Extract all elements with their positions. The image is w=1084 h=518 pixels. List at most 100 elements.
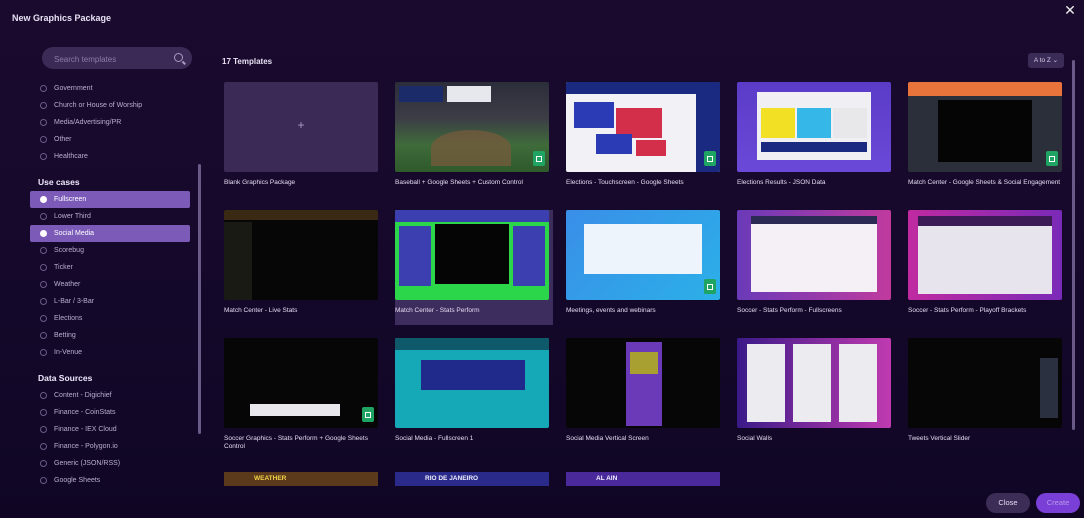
template-card-elections-touchscreen[interactable]: Elections - Touchscreen - Google Sheets xyxy=(566,82,724,187)
radio-icon xyxy=(40,477,47,484)
filter-source-digichief[interactable]: Content - Digichief xyxy=(30,387,190,404)
radio-icon xyxy=(40,332,47,339)
filter-source-coinstats[interactable]: Finance - CoinStats xyxy=(30,404,190,421)
google-sheets-icon xyxy=(704,151,716,166)
plus-icon: + xyxy=(297,118,305,132)
sort-dropdown[interactable]: A to Z ⌄ xyxy=(1028,53,1064,68)
filter-usecase-weather[interactable]: Weather xyxy=(30,276,190,293)
template-card-social-walls[interactable]: Social Walls xyxy=(737,338,895,443)
filter-label: Scorebug xyxy=(54,247,84,254)
filter-label: Media/Advertising/PR xyxy=(54,119,122,126)
radio-icon xyxy=(40,196,47,203)
template-card-social-vertical[interactable]: Social Media Vertical Screen xyxy=(566,338,724,443)
template-thumbnail xyxy=(737,82,891,172)
radio-icon xyxy=(40,230,47,237)
template-thumbnail xyxy=(908,82,1062,172)
template-thumbnail xyxy=(566,210,720,300)
radio-icon xyxy=(40,247,47,254)
template-card-match-center-stats[interactable]: Match Center - Stats Perform xyxy=(395,210,553,325)
radio-icon xyxy=(40,443,47,450)
template-label: Soccer - Stats Perform - Playoff Bracket… xyxy=(908,307,1027,314)
filter-source-iex[interactable]: Finance - IEX Cloud xyxy=(30,421,190,438)
filter-source-polygon[interactable]: Finance - Polygon.io xyxy=(30,438,190,455)
filter-usecase-elections[interactable]: Elections xyxy=(30,310,190,327)
filter-industry-media[interactable]: Media/Advertising/PR xyxy=(30,114,190,131)
filter-label: L-Bar / 3-Bar xyxy=(54,298,95,305)
template-card-tweets-vertical[interactable]: Tweets Vertical Slider xyxy=(908,338,1066,443)
close-button[interactable]: Close xyxy=(986,493,1030,513)
template-thumbnail xyxy=(908,210,1062,300)
filter-source-generic[interactable]: Generic (JSON/RSS) xyxy=(30,455,190,472)
template-label: Soccer - Stats Perform - Fullscreens xyxy=(737,307,842,314)
template-card-al-ain[interactable]: AL AIN xyxy=(566,472,720,486)
filter-list: Government Church or House of Worship Me… xyxy=(30,80,190,489)
radio-icon xyxy=(40,315,47,322)
template-thumbnail xyxy=(395,210,549,300)
template-card-soccer-graphics[interactable]: Soccer Graphics - Stats Perform + Google… xyxy=(224,338,382,451)
template-card-meetings[interactable]: Meetings, events and webinars xyxy=(566,210,724,315)
filter-label: Healthcare xyxy=(54,153,88,160)
template-label: Social Media - Fullscreen 1 xyxy=(395,435,474,442)
filter-industry-government[interactable]: Government xyxy=(30,80,190,97)
template-card-rio[interactable]: RIO DE JANEIRO xyxy=(395,472,549,486)
filter-industry-other[interactable]: Other xyxy=(30,131,190,148)
template-card-match-center-sheets[interactable]: Match Center - Google Sheets & Social En… xyxy=(908,82,1066,187)
filter-label: Ticker xyxy=(54,264,73,271)
filter-label: Government xyxy=(54,85,93,92)
filter-industry-church[interactable]: Church or House of Worship xyxy=(30,97,190,114)
template-card-soccer-brackets[interactable]: Soccer - Stats Perform - Playoff Bracket… xyxy=(908,210,1066,315)
template-card-weather[interactable]: WEATHER xyxy=(224,472,378,486)
filter-industry-healthcare[interactable]: Healthcare xyxy=(30,148,190,165)
create-button[interactable]: Create xyxy=(1036,493,1080,513)
radio-icon xyxy=(40,349,47,356)
partial-label: RIO DE JANEIRO xyxy=(425,475,479,482)
google-sheets-icon xyxy=(362,407,374,422)
use-cases-heading: Use cases xyxy=(38,177,80,187)
google-sheets-icon xyxy=(704,279,716,294)
new-graphics-package-dialog: New Graphics Package ✕ Government Church… xyxy=(0,0,1084,518)
filter-label: Fullscreen xyxy=(54,196,87,203)
template-label: Soccer Graphics - Stats Perform + Google… xyxy=(224,435,368,450)
filter-label: In-Venue xyxy=(54,349,83,356)
filter-usecase-betting[interactable]: Betting xyxy=(30,327,190,344)
filter-label: Church or House of Worship xyxy=(54,102,143,109)
radio-icon xyxy=(40,85,47,92)
radio-icon xyxy=(40,460,47,467)
main-scrollbar[interactable] xyxy=(1072,60,1075,430)
filter-source-google-sheets[interactable]: Google Sheets xyxy=(30,472,190,489)
filter-usecase-lbar[interactable]: L-Bar / 3-Bar xyxy=(30,293,190,310)
search-icon[interactable] xyxy=(174,53,183,62)
radio-icon xyxy=(40,409,47,416)
template-card-social-fullscreen[interactable]: Social Media - Fullscreen 1 xyxy=(395,338,553,443)
filter-usecase-social-media[interactable]: Social Media xyxy=(30,225,190,242)
template-thumbnail xyxy=(737,210,891,300)
window-title: New Graphics Package xyxy=(12,13,112,23)
template-label: Social Media Vertical Screen xyxy=(566,435,649,442)
filter-usecase-fullscreen[interactable]: Fullscreen xyxy=(30,191,190,208)
partial-label: WEATHER xyxy=(254,475,287,482)
template-card-elections-results[interactable]: Elections Results - JSON Data xyxy=(737,82,895,187)
template-label: Match Center - Stats Perform xyxy=(395,307,480,314)
sidebar: Government Church or House of Worship Me… xyxy=(30,40,200,490)
filter-usecase-lower-third[interactable]: Lower Third xyxy=(30,208,190,225)
filter-usecase-ticker[interactable]: Ticker xyxy=(30,259,190,276)
filter-label: Betting xyxy=(54,332,76,339)
template-card-blank[interactable]: + Blank Graphics Package xyxy=(224,82,382,187)
filter-label: Elections xyxy=(54,315,83,322)
search-input[interactable] xyxy=(52,50,176,68)
template-card-baseball[interactable]: Baseball + Google Sheets + Custom Contro… xyxy=(395,82,553,187)
filter-usecase-scorebug[interactable]: Scorebug xyxy=(30,242,190,259)
filter-label: Social Media xyxy=(54,230,95,237)
sidebar-scrollbar[interactable] xyxy=(198,164,201,434)
template-thumbnail xyxy=(224,210,378,300)
close-icon[interactable]: ✕ xyxy=(1062,2,1078,18)
radio-icon xyxy=(40,153,47,160)
template-thumbnail xyxy=(566,82,720,172)
template-browser: 17 Templates A to Z ⌄ + Blank Graphics P… xyxy=(218,40,1068,495)
template-label: Meetings, events and webinars xyxy=(566,307,656,314)
filter-usecase-in-venue[interactable]: In-Venue xyxy=(30,344,190,361)
search-box[interactable] xyxy=(42,47,192,69)
template-card-match-center-live[interactable]: Match Center - Live Stats xyxy=(224,210,382,315)
template-card-soccer-fullscreens[interactable]: Soccer - Stats Perform - Fullscreens xyxy=(737,210,895,315)
template-thumbnail xyxy=(395,338,549,428)
